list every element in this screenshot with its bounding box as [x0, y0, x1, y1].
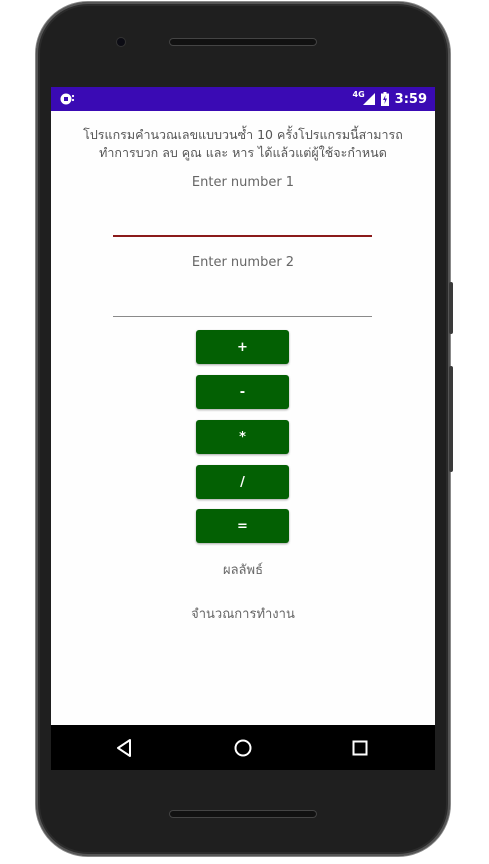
notification-icon [60, 93, 75, 105]
number2-underline [113, 316, 372, 317]
equals-button[interactable]: = [196, 509, 289, 543]
intro-text: โปรแกรมคำนวณเลขแบบวนซ้ำ 10 ครั้งโปรแกรมน… [83, 127, 403, 160]
count-label: จำนวณการทำงาน [191, 607, 295, 622]
back-icon[interactable] [114, 737, 136, 759]
result-label: ผลลัพธ์ [222, 563, 264, 578]
number1-underline [113, 235, 372, 237]
home-icon[interactable] [232, 737, 254, 759]
subtract-button[interactable]: - [196, 375, 289, 409]
multiply-button[interactable]: * [196, 420, 289, 454]
add-button[interactable]: + [196, 330, 289, 364]
number1-hint: Enter number 1 [191, 175, 295, 190]
battery-charging-icon [380, 92, 389, 106]
power-button [449, 282, 453, 334]
recents-icon[interactable] [349, 737, 371, 759]
clock: 3:59 [394, 91, 427, 107]
app-content: โปรแกรมคำนวณเลขแบบวนซ้ำ 10 ครั้งโปรแกรมน… [51, 111, 435, 725]
network-type: 4G [352, 89, 365, 99]
number2-hint: Enter number 2 [191, 255, 295, 270]
status-bar: 4G 3:59 [51, 87, 435, 111]
bottom-speaker [169, 810, 317, 818]
divide-button[interactable]: / [196, 465, 289, 499]
front-camera [117, 38, 125, 46]
status-right: 4G 3:59 [353, 87, 427, 111]
screen: 4G 3:59 โปรแกรมคำนวณเลขแบบวนซ้ำ 10 ครั้ง… [51, 87, 435, 770]
navigation-bar [51, 725, 435, 770]
number2-field[interactable] [113, 281, 372, 317]
top-speaker [169, 38, 317, 46]
number1-field[interactable] [113, 201, 372, 237]
volume-button [449, 366, 453, 472]
